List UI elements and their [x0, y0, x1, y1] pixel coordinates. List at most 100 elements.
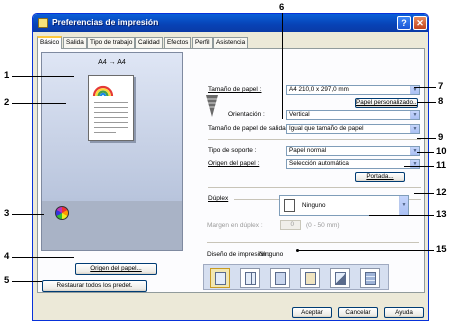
callout-line-2: [12, 103, 66, 104]
tab-tipo-de-trabajo[interactable]: Tipo de trabajo: [87, 37, 136, 48]
output-paper-size-label: Tamaño de papel de salida :: [208, 125, 290, 132]
text-line: [94, 112, 128, 113]
poster-icon: [305, 272, 316, 285]
output-paper-size-select[interactable]: Igual que tamaño de papel ▼: [286, 124, 420, 134]
callout-line-5: [12, 281, 42, 282]
text-line: [94, 122, 128, 123]
callout-line-3: [12, 214, 44, 215]
text-line: [94, 107, 128, 108]
media-type-label: Tipo de soporte :: [208, 147, 257, 154]
paper-source-label: Origen del papel :: [208, 160, 260, 167]
page-preview: [88, 75, 134, 141]
title-bar: Preferencias de impresión ? ✕: [33, 14, 428, 32]
callout-2: 2: [4, 97, 10, 108]
print-layout-value: Ninguno: [259, 251, 284, 258]
callout-line-15: [297, 250, 434, 251]
layout-option-tile[interactable]: [360, 268, 380, 288]
duplex-label: Dúplex: [208, 195, 229, 202]
duplex-value: Ninguno: [302, 202, 326, 209]
duplex-margin-label: Margen en dúplex :: [207, 222, 263, 229]
media-type-value: Papel normal: [289, 147, 327, 154]
callout-line-1: [12, 76, 74, 77]
booklet-icon: [275, 272, 286, 285]
callout-line-7: [414, 87, 436, 88]
orientation-value: Vertical: [289, 111, 310, 118]
restore-defaults-button[interactable]: Restaurar todos los predet.: [42, 280, 147, 292]
tab-basico[interactable]: Básico: [37, 36, 63, 49]
callout-5: 5: [4, 275, 10, 286]
orientation-select[interactable]: Vertical ▼: [286, 110, 420, 120]
duplex-select[interactable]: Ninguno ▼: [279, 195, 409, 216]
callout-3: 3: [4, 208, 10, 219]
chevron-down-icon: ▼: [410, 111, 419, 119]
paper-size-select[interactable]: A4 210,0 x 297,0 mm ▼: [286, 85, 420, 95]
chevron-down-icon: ▼: [410, 147, 419, 155]
tab-efectos[interactable]: Efectos: [164, 37, 192, 48]
callout-10: 10: [436, 146, 447, 157]
separator: [208, 187, 421, 188]
cover-button[interactable]: Portada...: [355, 172, 405, 182]
help-title-button[interactable]: ?: [397, 16, 411, 30]
window-title: Preferencias de impresión: [52, 17, 159, 27]
page-icon: [215, 272, 226, 285]
callout-8: 8: [438, 96, 444, 107]
paper-source-select[interactable]: Selección automática ▼: [286, 159, 420, 169]
media-type-select[interactable]: Papel normal ▼: [286, 146, 420, 156]
paper-size-label: Tamaño de papel :: [208, 86, 262, 93]
custom-paper-button[interactable]: Papel personalizado...: [355, 98, 418, 108]
chevron-down-icon: ▼: [399, 196, 408, 215]
print-layout-options: [203, 264, 389, 290]
annotated-screenshot: Preferencias de impresión ? ✕ Básico Sal…: [0, 0, 464, 324]
callout-line-10: [417, 152, 434, 153]
print-preferences-dialog: Preferencias de impresión ? ✕ Básico Sal…: [32, 13, 429, 321]
callout-12: 12: [436, 187, 447, 198]
chevron-down-icon: ▼: [410, 125, 419, 133]
tab-asistencia[interactable]: Asistencia: [213, 37, 249, 48]
callout-line-12: [414, 193, 434, 194]
duplex-margin-input[interactable]: 0: [280, 220, 301, 230]
callout-15: 15: [436, 244, 447, 255]
layout-option-fit[interactable]: [330, 268, 350, 288]
separator: [208, 139, 421, 140]
callout-line-4: [12, 257, 74, 258]
callout-4: 4: [4, 251, 10, 262]
text-line: [94, 132, 116, 133]
ok-button[interactable]: Aceptar: [292, 307, 332, 318]
callout-6: 6: [279, 2, 285, 13]
tab-salida[interactable]: Salida: [63, 37, 87, 48]
cancel-button[interactable]: Cancelar: [338, 307, 378, 318]
callout-line-11: [404, 166, 434, 167]
tile-icon: [365, 272, 376, 285]
callout-line-6: [282, 13, 283, 119]
rainbow-image-icon: [92, 85, 114, 97]
layout-option-poster[interactable]: [300, 268, 320, 288]
paper-source-value: Selección automática: [289, 160, 349, 167]
printer-icon: [38, 18, 48, 28]
fit-icon: [335, 272, 346, 285]
callout-line-8: [417, 102, 436, 103]
close-button[interactable]: ✕: [413, 16, 427, 30]
text-line: [94, 127, 128, 128]
output-paper-size-value: Igual que tamaño de papel: [289, 125, 364, 132]
separator: [207, 242, 419, 243]
preview-area: A4 → A4: [41, 52, 183, 251]
grid-icon: [245, 272, 256, 285]
layout-option-none[interactable]: [210, 268, 230, 288]
tab-perfil[interactable]: Perfil: [192, 37, 213, 48]
paper-source-preview-button[interactable]: Origen del papel...: [75, 263, 157, 275]
text-line: [94, 102, 128, 103]
tab-calidad[interactable]: Calidad: [135, 37, 163, 48]
duplex-margin-range: (0 - 50 mm): [306, 222, 340, 229]
callout-dot-15: [296, 249, 299, 252]
callout-line-13: [369, 215, 434, 216]
paper-size-value: A4 210,0 x 297,0 mm: [289, 86, 349, 93]
callout-7: 7: [438, 81, 444, 92]
help-button[interactable]: Ayuda: [384, 307, 424, 318]
orientation-label: Orientación :: [228, 111, 265, 118]
layout-option-multiple[interactable]: [240, 268, 260, 288]
orientation-triangle-icon: [206, 95, 218, 117]
layout-option-booklet[interactable]: [270, 268, 290, 288]
color-wheel-icon: [55, 206, 69, 220]
preview-size-label: A4 → A4: [98, 59, 126, 66]
callout-line-9: [417, 138, 436, 139]
